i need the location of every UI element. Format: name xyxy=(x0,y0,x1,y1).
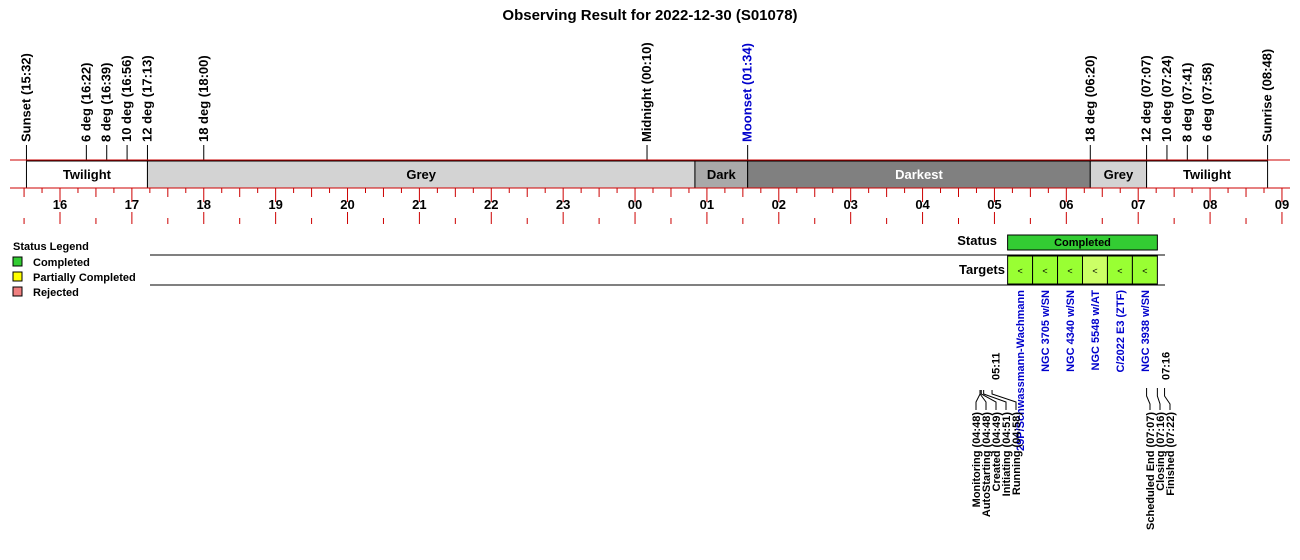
event-label-12: 6 deg (07:58) xyxy=(1200,63,1215,142)
event-label-7: Moonset (01:34) xyxy=(740,43,755,142)
axis-tick-label-13: 05 xyxy=(987,197,1001,212)
axis-tick-label-4: 20 xyxy=(340,197,354,212)
sky-band-label-1: Grey xyxy=(406,167,436,182)
axis-tick-label-5: 21 xyxy=(412,197,426,212)
axis-tick-label-15: 07 xyxy=(1131,197,1145,212)
event-label-0: Sunset (15:32) xyxy=(18,53,33,142)
event-label-4: 12 deg (17:13) xyxy=(139,55,154,142)
sky-band-label-0: Twilight xyxy=(63,167,112,182)
start-event-connector-0 xyxy=(975,390,981,410)
axis-tick-label-12: 04 xyxy=(915,197,930,212)
axis-tick-label-3: 19 xyxy=(268,197,282,212)
event-label-3: 10 deg (16:56) xyxy=(119,55,134,142)
status-legend: Status Legend Completed Partially Complete… xyxy=(12,241,136,299)
end-event-connector-2 xyxy=(1164,388,1171,410)
observing-result-chart: Observing Result for 2022-12-30 (S01078)… xyxy=(10,7,1290,530)
target-name-1: NGC 3705 w/SN xyxy=(1040,290,1052,372)
target-marker-2: < xyxy=(1067,266,1072,276)
time-axis: 16 17 18 19 20 21 22 23 00 01 02 03 04 05 06 07 08 09 xyxy=(10,187,1290,224)
axis-tick-label-2: 18 xyxy=(197,197,211,212)
event-label-2: 8 deg (16:39) xyxy=(99,63,114,142)
target-name-4: C/2022 E3 (ZTF) xyxy=(1115,290,1127,373)
sky-band-label-2: Dark xyxy=(707,167,737,182)
legend-swatch-1 xyxy=(12,271,23,282)
axis-tick-label-17: 09 xyxy=(1275,197,1289,212)
status-row-label: Status xyxy=(957,233,997,248)
start-event-connector-3 xyxy=(983,390,1007,410)
target-marker-0: < xyxy=(1017,266,1022,276)
legend-swatch-2 xyxy=(12,286,23,297)
end-event-connector-0 xyxy=(1146,388,1151,410)
axis-tick-label-8: 00 xyxy=(628,197,642,212)
chart-title: Observing Result for 2022-12-30 (S01078) xyxy=(502,7,797,24)
axis-tick-label-1: 17 xyxy=(125,197,139,212)
target-marker-4: < xyxy=(1117,266,1122,276)
status-bar-label: Completed xyxy=(1054,237,1111,249)
event-label-1: 6 deg (16:22) xyxy=(78,63,93,142)
axis-tick-label-14: 06 xyxy=(1059,197,1073,212)
start-time-mark: 05:11 xyxy=(991,352,1003,380)
sky-band-label-3: Darkest xyxy=(895,167,943,182)
axis-tick-label-11: 03 xyxy=(843,197,857,212)
event-label-5: 18 deg (18:00) xyxy=(196,55,211,142)
axis-tick-label-6: 22 xyxy=(484,197,498,212)
end-event-connector-1 xyxy=(1156,388,1161,410)
event-log: 05:11 07:16Monitoring (04:48)AutoStarting… xyxy=(971,352,1177,530)
axis-tick-label-9: 01 xyxy=(700,197,714,212)
event-label-13: Sunrise (08:48) xyxy=(1260,49,1275,142)
event-label-9: 12 deg (07:07) xyxy=(1139,55,1154,142)
sky-band-label-5: Twilight xyxy=(1183,167,1232,182)
target-name-3: NGC 5548 w/AT xyxy=(1090,290,1102,371)
legend-item-2: Rejected xyxy=(33,287,79,299)
target-name-2: NGC 4340 w/SN xyxy=(1065,290,1077,372)
legend-title: Status Legend xyxy=(13,241,89,253)
axis-tick-label-16: 08 xyxy=(1203,197,1217,212)
end-event-2: Finished (07:22) xyxy=(1165,412,1177,496)
target-marker-5: < xyxy=(1142,266,1147,276)
start-event-4: Running (04:58) xyxy=(1011,412,1023,495)
target-marker-1: < xyxy=(1042,266,1047,276)
end-time-mark: 07:16 xyxy=(1160,352,1172,380)
axis-tick-label-0: 16 xyxy=(53,197,67,212)
axis-tick-label-10: 02 xyxy=(772,197,786,212)
target-marker-3: < xyxy=(1092,266,1097,276)
legend-swatch-0 xyxy=(12,256,23,267)
axis-tick-label-7: 23 xyxy=(556,197,570,212)
sky-band-label-4: Grey xyxy=(1104,167,1134,182)
sky-condition-bands: Twilight Grey Dark Darkest Grey Twilight xyxy=(10,159,1290,189)
target-name-5: NGC 3938 w/SN xyxy=(1140,290,1152,372)
targets-row-label: Targets xyxy=(959,262,1005,277)
event-label-11: 8 deg (07:41) xyxy=(1179,63,1194,142)
event-label-8: 18 deg (06:20) xyxy=(1082,55,1097,142)
event-label-10: 10 deg (07:24) xyxy=(1159,55,1174,142)
legend-item-0: Completed xyxy=(33,257,90,269)
event-label-6: Midnight (00:10) xyxy=(639,42,654,142)
legend-item-1: Partially Completed xyxy=(33,272,136,284)
